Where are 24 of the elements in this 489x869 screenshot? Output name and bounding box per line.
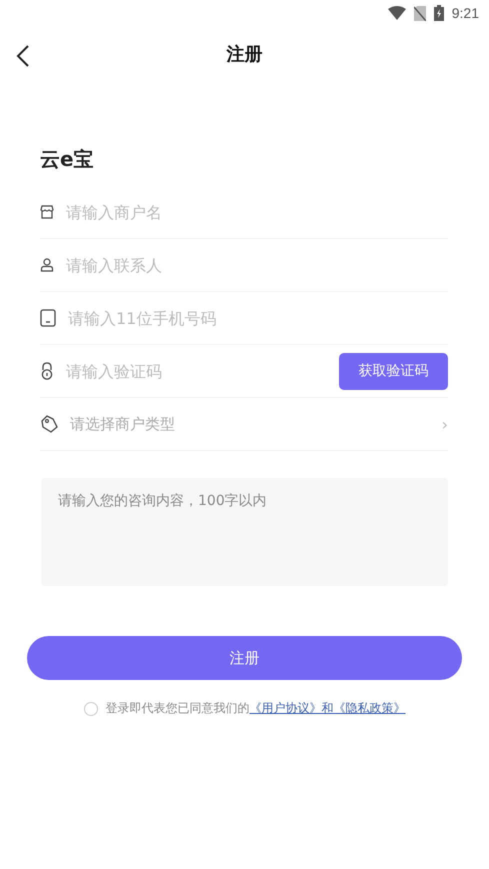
battery-charging-icon: [434, 5, 444, 21]
user-agreement-link[interactable]: 《用户协议》: [250, 701, 322, 715]
no-sim-icon: [414, 6, 426, 20]
input-field[interactable]: 请输入联系人: [66, 256, 448, 274]
phone-icon: [40, 309, 56, 327]
brand-name: 云e宝: [40, 146, 95, 173]
store-icon: [40, 205, 54, 219]
register-button[interactable]: 注册: [27, 636, 462, 680]
tag-icon: [40, 415, 58, 433]
get-code-button[interactable]: 获取验证码: [339, 352, 448, 390]
message-field[interactable]: 请输入您的咨询内容，100字以内: [41, 478, 448, 586]
agreement-radio[interactable]: [84, 702, 98, 716]
page-title: 注册: [226, 43, 262, 66]
input-field[interactable]: 请输入验证码: [66, 362, 327, 380]
wifi-icon: [388, 6, 406, 20]
privacy-policy-link[interactable]: 《隐私政策》: [334, 701, 406, 715]
chevron-icon: ›: [442, 414, 448, 434]
status-time: 9:21: [452, 5, 479, 21]
agreement-text: 登录即代表您已同意我们的《用户协议》和《隐私政策》: [106, 700, 406, 717]
input-field[interactable]: 请输入11位手机号码: [68, 308, 448, 328]
input-field[interactable]: 请输入商户名: [66, 202, 448, 222]
person-icon: [40, 258, 54, 272]
merchant-type-select[interactable]: 请选择商户类型: [70, 414, 430, 434]
lock-icon: [40, 362, 54, 380]
